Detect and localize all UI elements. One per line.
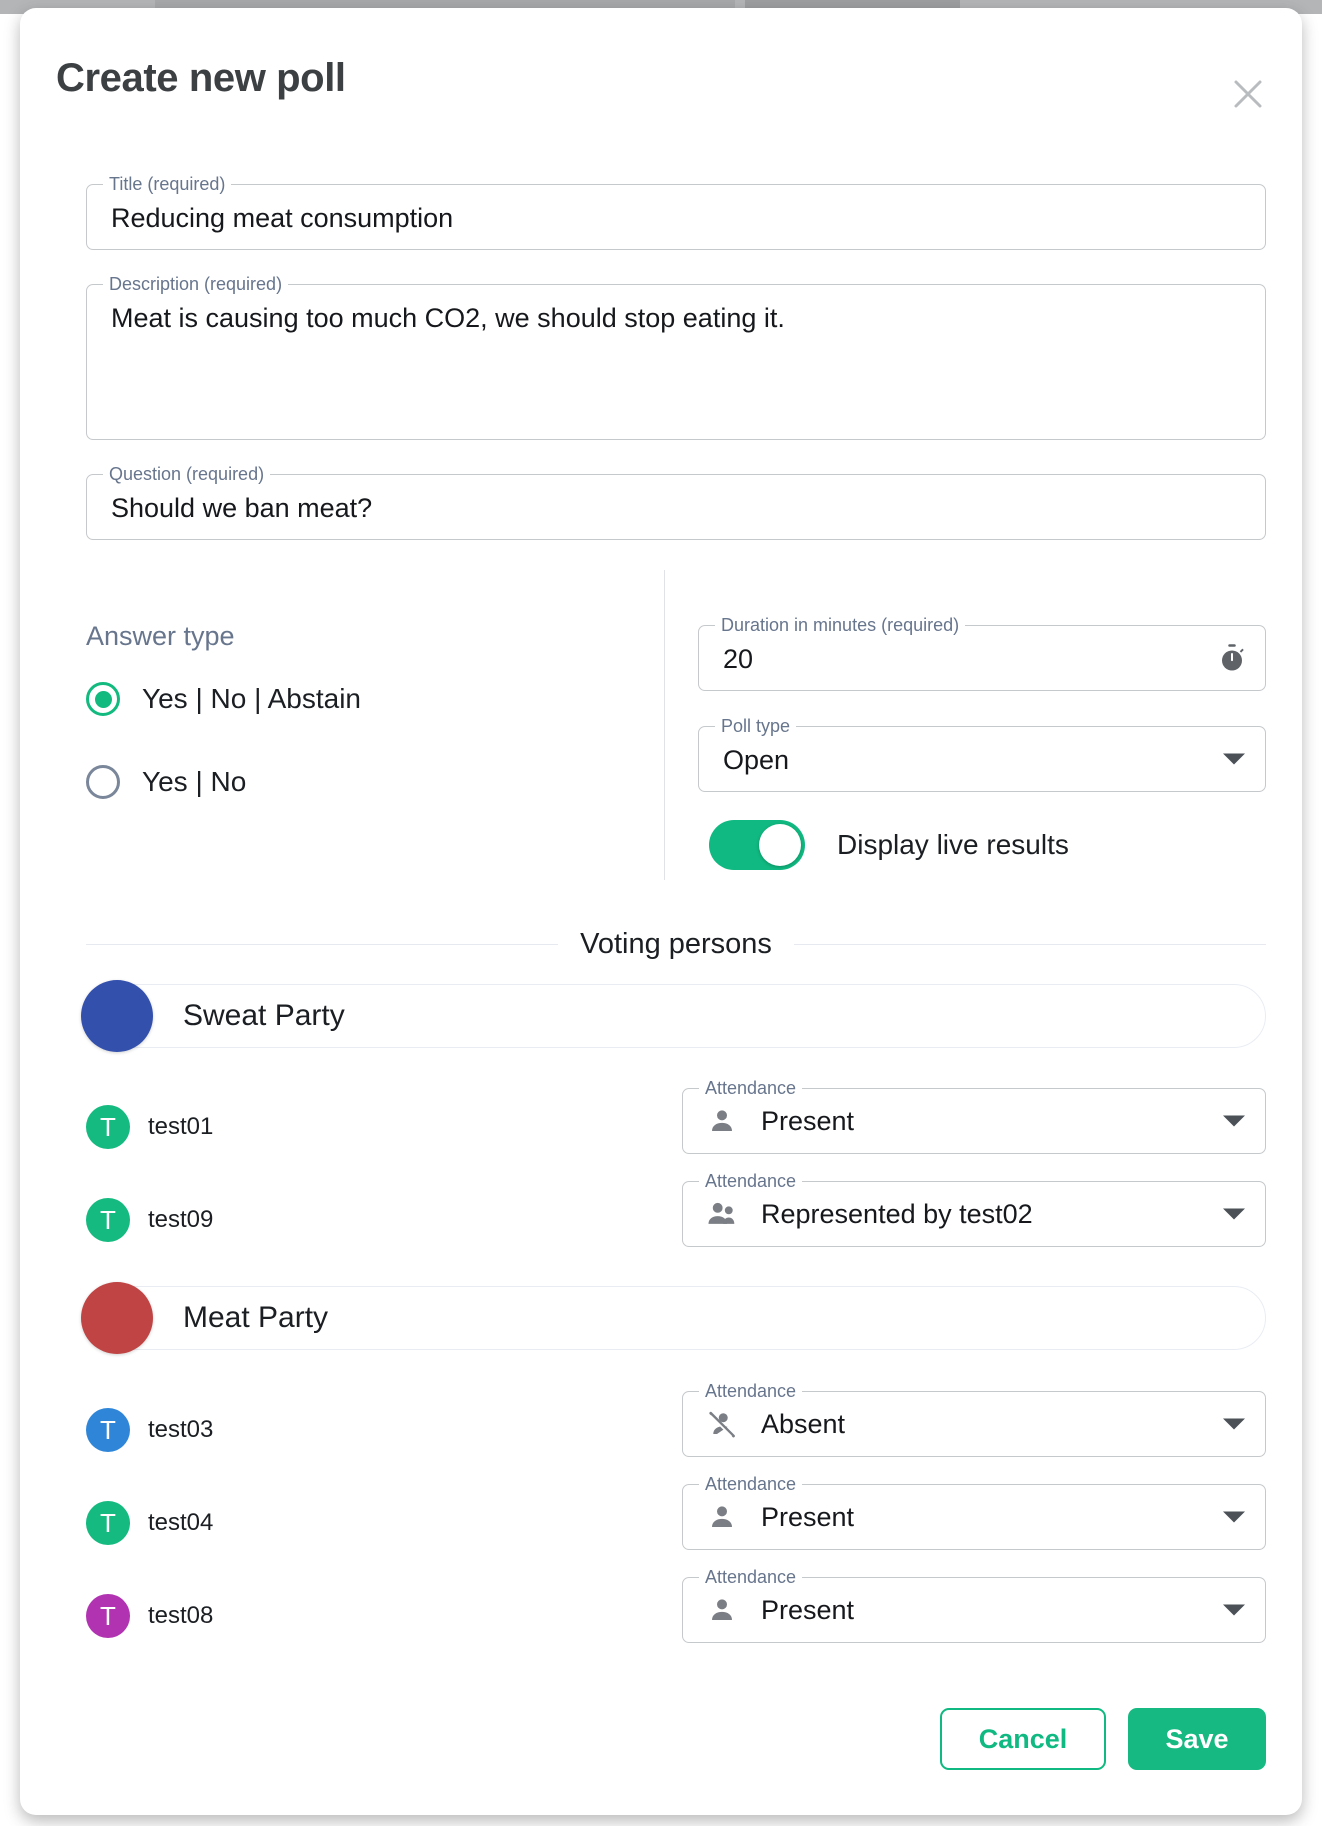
answer-type-option-label: Yes | No | Abstain <box>142 683 361 714</box>
divider-left <box>86 944 559 945</box>
question-field-value: Should we ban meat? <box>111 493 373 523</box>
question-field-legend: Question (required) <box>103 464 271 484</box>
person-off-icon <box>705 1407 739 1441</box>
radio-icon-unselected <box>86 765 120 799</box>
answer-type-option-yes-no[interactable]: Yes | No <box>86 765 246 799</box>
create-poll-dialog: Create new poll Title (required) Reducin… <box>20 8 1302 1815</box>
chevron-down-icon <box>1223 1418 1245 1430</box>
voting-persons-title: Voting persons <box>580 928 772 960</box>
list-item: T test03 <box>86 1408 213 1452</box>
avatar: T <box>86 1501 130 1545</box>
person-icon <box>705 1104 739 1138</box>
person-name: test04 <box>148 1509 214 1536</box>
title-field[interactable]: Title (required) Reducing meat consumpti… <box>86 174 1266 250</box>
chevron-down-icon <box>1223 1208 1245 1220</box>
attendance-value: Represented by test02 <box>761 1198 1033 1229</box>
list-item: T test01 <box>86 1105 213 1149</box>
party-row[interactable]: Meat Party <box>81 1282 1266 1354</box>
title-field-legend: Title (required) <box>103 174 232 194</box>
avatar: T <box>86 1408 130 1452</box>
list-item: T test08 <box>86 1594 213 1638</box>
party-name: Meat Party <box>183 1301 329 1334</box>
radio-icon-selected <box>86 682 120 716</box>
person-name: test01 <box>148 1113 214 1140</box>
attendance-value: Absent <box>761 1408 846 1439</box>
voting-persons-header: Voting persons <box>86 928 1267 961</box>
duration-field[interactable]: Duration in minutes (required) 20 <box>698 615 1266 691</box>
answer-type-option-yes-no-abstain[interactable]: Yes | No | Abstain <box>86 682 361 716</box>
timer-icon <box>1217 643 1247 673</box>
party-name: Sweat Party <box>183 999 345 1032</box>
vertical-divider <box>664 570 665 880</box>
person-name: test09 <box>148 1206 214 1233</box>
toggle-knob <box>759 824 801 866</box>
party-row[interactable]: Sweat Party <box>81 980 1266 1052</box>
attendance-value: Present <box>761 1501 855 1532</box>
question-field[interactable]: Question (required) Should we ban meat? <box>86 464 1266 540</box>
people-icon <box>705 1197 739 1231</box>
divider-right <box>793 944 1267 945</box>
cancel-button[interactable]: Cancel <box>940 1708 1106 1770</box>
page-title: Create new poll <box>56 56 346 100</box>
attendance-select[interactable]: Attendance Present <box>682 1474 1266 1550</box>
description-field[interactable]: Description (required) Meat is causing t… <box>86 274 1266 440</box>
poll-type-legend: Poll type <box>715 716 797 736</box>
answer-type-option-label: Yes | No <box>142 766 247 797</box>
duration-field-value: 20 <box>723 644 754 674</box>
poll-type-select[interactable]: Poll type Open <box>698 716 1266 792</box>
attendance-select[interactable]: Attendance Present <box>682 1078 1266 1154</box>
description-field-legend: Description (required) <box>103 274 289 294</box>
person-name: test03 <box>148 1416 214 1443</box>
close-icon[interactable] <box>1220 66 1276 122</box>
party-color-dot <box>81 980 153 1052</box>
title-field-value: Reducing meat consumption <box>111 203 454 233</box>
chevron-down-icon <box>1223 1511 1245 1523</box>
person-name: test08 <box>148 1602 214 1629</box>
poll-type-value: Open <box>723 745 790 775</box>
attendance-select[interactable]: Attendance Present <box>682 1567 1266 1643</box>
party-color-dot <box>81 1282 153 1354</box>
person-icon <box>705 1500 739 1534</box>
display-live-results-label: Display live results <box>837 829 1069 860</box>
list-item: T test09 <box>86 1198 213 1242</box>
avatar: T <box>86 1198 130 1242</box>
list-item: T test04 <box>86 1501 213 1545</box>
answer-type-label: Answer type <box>86 621 235 651</box>
chevron-down-icon <box>1223 1115 1245 1127</box>
avatar: T <box>86 1594 130 1638</box>
display-live-results-toggle[interactable] <box>709 820 805 870</box>
person-icon <box>705 1593 739 1627</box>
attendance-select[interactable]: Attendance Represented by test02 <box>682 1171 1266 1247</box>
description-field-value: Meat is causing too much CO2, we should … <box>111 303 785 333</box>
attendance-value: Present <box>761 1105 855 1136</box>
attendance-value: Present <box>761 1594 855 1625</box>
chevron-down-icon <box>1223 1604 1245 1616</box>
duration-field-legend: Duration in minutes (required) <box>715 615 966 635</box>
attendance-select[interactable]: Attendance Absent <box>682 1381 1266 1457</box>
avatar: T <box>86 1105 130 1149</box>
display-live-results-row[interactable]: Display live results <box>709 820 1069 870</box>
save-button[interactable]: Save <box>1128 1708 1266 1770</box>
chevron-down-icon <box>1223 753 1245 765</box>
